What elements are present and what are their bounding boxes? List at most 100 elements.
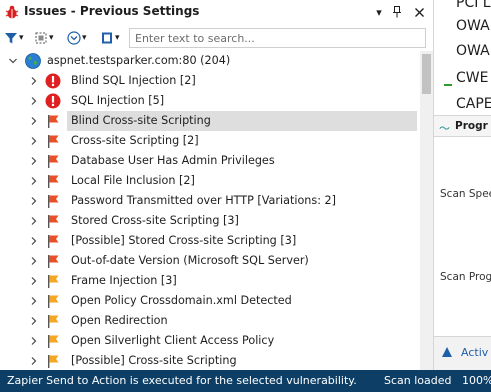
orange-flag-icon xyxy=(48,275,59,288)
issue-row[interactable]: [Possible] Cross-site Scripting xyxy=(0,351,420,370)
progress-icon: 〜 xyxy=(439,122,450,135)
issue-label: [Possible] Cross-site Scripting xyxy=(71,354,237,367)
view-options-button[interactable]: ▾ xyxy=(100,29,120,47)
issue-row[interactable]: Stored Cross-site Scripting [3] xyxy=(0,211,420,231)
compliance-item[interactable]: CWE xyxy=(456,70,488,86)
chevron-right-icon[interactable] xyxy=(28,155,40,167)
issue-row[interactable]: SQL Injection [5] xyxy=(0,91,420,111)
issue-label: Open Redirection xyxy=(71,314,168,327)
filter-button[interactable]: ▾ xyxy=(4,29,24,47)
activity-icon xyxy=(442,347,452,357)
issue-label: [Possible] Stored Cross-site Scripting [… xyxy=(71,234,297,247)
red-flag-icon xyxy=(48,215,59,228)
pin-icon[interactable] xyxy=(388,3,406,21)
scan-speed-label: Scan Spee xyxy=(440,188,491,200)
chevron-right-icon[interactable] xyxy=(28,215,40,227)
chevron-right-icon[interactable] xyxy=(28,115,40,127)
chevron-down-icon: ▾ xyxy=(82,33,87,43)
chevron-right-icon[interactable] xyxy=(28,175,40,187)
chevron-down-icon: ▾ xyxy=(115,33,120,43)
chevron-right-icon[interactable] xyxy=(28,95,40,107)
activity-tab-label: Activ xyxy=(461,346,489,359)
issue-label: Cross-site Scripting [2] xyxy=(71,134,199,147)
chevron-right-icon[interactable] xyxy=(28,275,40,287)
chevron-right-icon[interactable] xyxy=(28,235,40,247)
close-icon[interactable] xyxy=(410,3,428,21)
chevron-right-icon[interactable] xyxy=(28,295,40,307)
red-flag-icon xyxy=(48,175,59,188)
issue-row[interactable]: Blind Cross-site Scripting xyxy=(0,111,420,131)
chevron-right-icon[interactable] xyxy=(28,195,40,207)
issue-row[interactable]: Local File Inclusion [2] xyxy=(0,171,420,191)
scan-progress-label: Scan Prog xyxy=(440,271,491,283)
critical-exclamation-icon xyxy=(45,73,61,89)
status-indicator-line xyxy=(444,84,452,86)
panel-titlebar: Issues - Previous Settings ▾ xyxy=(0,0,433,24)
issue-row[interactable]: Open Redirection xyxy=(0,311,420,331)
issues-tree: aspnet.testsparker.com:80 (204) Blind SQ… xyxy=(0,51,420,370)
issue-row[interactable]: Database User Has Admin Privileges xyxy=(0,151,420,171)
issue-label: Out-of-date Version (Microsoft SQL Serve… xyxy=(71,254,309,267)
issue-row[interactable]: Password Transmitted over HTTP [Variatio… xyxy=(0,191,420,211)
group-icon xyxy=(35,32,47,44)
status-bar: Zapier Send to Action is executed for th… xyxy=(0,370,491,392)
red-flag-icon xyxy=(48,235,59,248)
panel-title: Issues - Previous Settings xyxy=(24,4,200,18)
issue-label: Blind Cross-site Scripting xyxy=(67,111,417,131)
chevron-right-icon[interactable] xyxy=(28,135,40,147)
orange-flag-icon xyxy=(48,295,59,308)
tree-root-row[interactable]: aspnet.testsparker.com:80 (204) xyxy=(0,51,420,71)
search-input[interactable] xyxy=(129,28,426,48)
issue-label: SQL Injection [5] xyxy=(71,94,165,107)
compliance-item[interactable]: CAPE xyxy=(456,96,491,112)
issue-label: Frame Injection [3] xyxy=(71,274,177,287)
issues-panel: Issues - Previous Settings ▾ ▾ ▾ ▾ ▾ Ent… xyxy=(0,0,433,370)
orange-flag-icon xyxy=(48,315,59,328)
progress-panel-title: Progr xyxy=(455,120,488,132)
issue-row[interactable]: Blind SQL Injection [2] xyxy=(0,71,420,91)
scan-state: Scan loaded xyxy=(384,374,452,387)
issue-row[interactable]: Open Silverlight Client Access Policy xyxy=(0,331,420,351)
issue-row[interactable]: [Possible] Stored Cross-site Scripting [… xyxy=(0,231,420,251)
layout-icon xyxy=(102,32,112,44)
issue-row[interactable]: Cross-site Scripting [2] xyxy=(0,131,420,151)
issue-label: Blind SQL Injection [2] xyxy=(71,74,196,87)
chevron-right-icon[interactable] xyxy=(28,75,40,87)
dropdown-arrow-icon[interactable]: ▾ xyxy=(370,3,388,21)
chevron-right-icon[interactable] xyxy=(28,315,40,327)
compliance-item[interactable]: OWA xyxy=(456,18,490,34)
issue-label: Open Silverlight Client Access Policy xyxy=(71,334,275,347)
scrollbar-thumb[interactable] xyxy=(422,54,431,94)
right-panel: PCI L OWA OWA CWE CAPE 〜 Progr Scan Spee… xyxy=(433,0,491,370)
chevron-right-icon[interactable] xyxy=(28,255,40,267)
chevron-down-icon: ▾ xyxy=(49,33,54,43)
issue-label: Database User Has Admin Privileges xyxy=(71,154,275,167)
bug-icon xyxy=(5,5,19,19)
red-flag-icon xyxy=(48,155,59,168)
issue-row[interactable]: Frame Injection [3] xyxy=(0,271,420,291)
issue-label: Password Transmitted over HTTP [Variatio… xyxy=(71,194,337,207)
chevron-down-icon: ▾ xyxy=(19,33,24,43)
expand-collapse-button[interactable]: ▾ xyxy=(67,29,87,47)
activity-tab[interactable]: Activ xyxy=(434,336,491,370)
zoom-percent[interactable]: 100% xyxy=(462,374,491,387)
red-flag-icon xyxy=(48,195,59,208)
red-flag-icon xyxy=(48,255,59,268)
critical-exclamation-icon xyxy=(45,93,61,109)
chevron-right-icon[interactable] xyxy=(28,335,40,347)
issue-row[interactable]: Out-of-date Version (Microsoft SQL Serve… xyxy=(0,251,420,271)
tree-root-label: aspnet.testsparker.com:80 (204) xyxy=(47,54,231,67)
chevron-right-icon[interactable] xyxy=(28,355,40,367)
filter-icon xyxy=(5,33,17,44)
issue-label: Stored Cross-site Scripting [3] xyxy=(71,214,239,227)
vertical-scrollbar[interactable] xyxy=(420,51,433,370)
status-message: Zapier Send to Action is executed for th… xyxy=(7,374,357,387)
group-button[interactable]: ▾ xyxy=(34,29,54,47)
progress-panel-header: 〜 Progr xyxy=(434,115,491,137)
compliance-item[interactable]: OWA xyxy=(456,43,490,59)
orange-flag-icon xyxy=(48,335,59,348)
chevron-down-icon[interactable] xyxy=(7,55,19,67)
issue-row[interactable]: Open Policy Crossdomain.xml Detected xyxy=(0,291,420,311)
compliance-item[interactable]: PCI L xyxy=(456,0,491,11)
globe-icon xyxy=(25,53,41,69)
